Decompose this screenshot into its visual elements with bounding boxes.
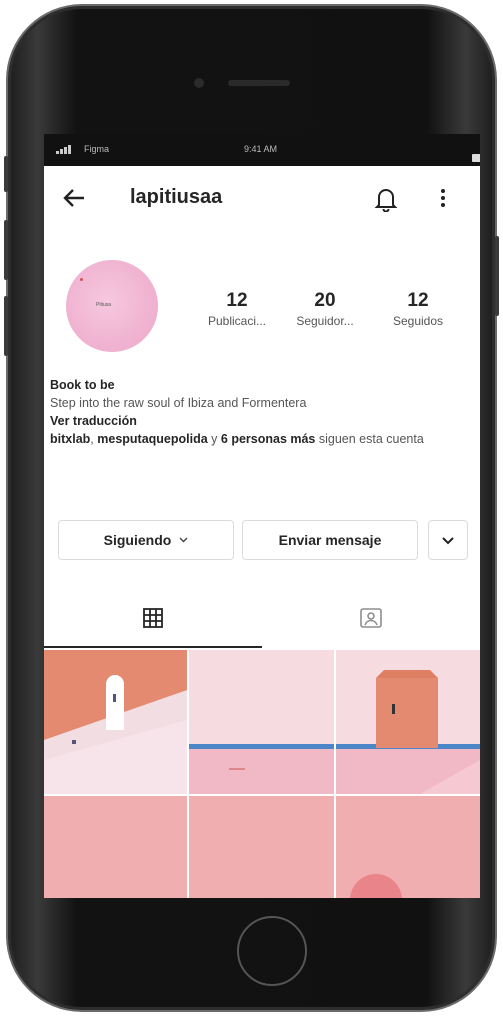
mute-switch [4,156,8,192]
earpiece [228,80,290,86]
post-tile[interactable] [44,650,187,794]
translate-link[interactable]: Ver traducción [50,412,474,430]
send-message-button[interactable]: Enviar mensaje [242,520,418,560]
stat-posts-label: Publicaci... [207,314,267,328]
app-screen: Figma 9:41 AM 100% lapitiusaa Pitiusa 12… [44,134,480,898]
chevron-down-icon [442,532,454,548]
followed-by-user-1[interactable]: bitxlab [50,432,90,446]
post-tile[interactable] [336,796,480,898]
suggested-accounts-button[interactable] [428,520,468,560]
front-camera [194,78,204,88]
stat-followers-label: Seguidor... [296,314,354,328]
followed-by-others[interactable]: 6 personas más [221,432,316,446]
avatar-logo-text: Pitiusa [96,302,112,308]
stat-posts-count: 12 [226,290,248,311]
active-tab-indicator [44,646,262,648]
chevron-down-icon [179,535,188,546]
post-tile[interactable] [189,650,334,794]
send-message-label: Enviar mensaje [278,532,382,548]
tagged-icon [360,607,382,633]
following-button-label: Siguiendo [103,532,172,548]
followed-by-user-2[interactable]: mesputaquepolida [97,432,207,446]
post-tile[interactable] [189,796,334,898]
stat-following-count: 12 [407,290,429,311]
battery-icon [472,154,480,162]
tab-tagged[interactable] [262,592,480,648]
bio-description: Step into the raw soul of Ibiza and Form… [50,396,307,410]
stat-followers-count: 20 [314,290,336,311]
profile-tabs [44,592,480,650]
power-button [495,236,499,316]
volume-down-button [4,296,8,356]
avatar-dot [80,278,83,281]
tab-posts-grid[interactable] [44,592,262,648]
more-options-icon[interactable] [440,186,446,210]
volume-up-button [4,220,8,280]
carrier-name: Figma [84,144,110,154]
stat-following[interactable]: 12 Seguidos [380,290,456,328]
stat-posts[interactable]: 12 Publicaci... [202,290,272,328]
bio-name: Book to be [50,378,115,392]
grid-icon [143,607,163,633]
back-arrow-icon[interactable] [60,184,88,217]
home-button[interactable] [237,916,307,986]
followed-by-text: bitxlab, mesputaquepolida y 6 personas m… [50,432,424,446]
profile-username: lapitiusaa [130,186,223,208]
posts-grid [44,650,480,898]
post-tile[interactable] [44,796,187,898]
post-tile[interactable] [336,650,480,794]
profile-header: lapitiusaa [44,178,480,222]
stat-following-label: Seguidos [392,314,444,328]
status-time: 9:41 AM [244,144,278,154]
profile-bio: Book to be Step into the raw soul of Ibi… [50,376,474,448]
bell-icon[interactable] [374,186,398,213]
status-bar: Figma 9:41 AM 100% [44,134,480,166]
stat-followers[interactable]: 20 Seguidor... [289,290,361,328]
signal-icon [56,144,76,156]
profile-avatar[interactable]: Pitiusa [66,260,158,352]
following-button[interactable]: Siguiendo [58,520,234,560]
